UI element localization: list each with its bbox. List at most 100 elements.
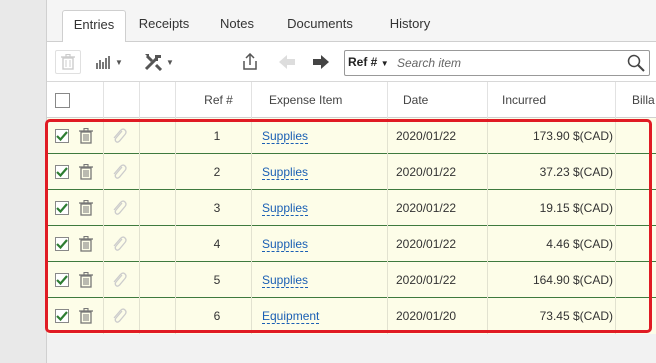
checkmark-icon [56,311,68,322]
cell-incurred: 19.15 $(CAD) [539,201,613,215]
checkmark-icon [56,239,68,250]
row-attachment-button[interactable] [111,127,127,148]
paperclip-icon [113,164,127,179]
checkmark-icon [56,131,68,142]
row-checkbox[interactable] [55,309,69,323]
expense-item-link[interactable]: Equipment [262,309,320,324]
cell-incurred: 73.45 $(CAD) [539,309,613,323]
cell-incurred: 37.23 $(CAD) [539,165,613,179]
header-spacer [139,82,175,118]
table-row[interactable]: 1 Supplies 2020/01/22 173.90 $(CAD) [47,118,656,154]
row-attachment-button[interactable] [111,163,127,184]
cell-expense-item[interactable]: Supplies [251,154,387,190]
cell-expense-item[interactable]: Equipment [251,298,387,334]
arrow-right-icon [313,55,329,69]
checkmark-icon [56,275,68,286]
cell-expense-item[interactable]: Supplies [251,118,387,154]
cell-incurred: 173.90 $(CAD) [532,129,613,143]
table-header: Ref # Expense Item Date Incurred Billa [47,82,656,118]
search-box: Ref # ▼ [344,50,650,76]
paperclip-icon [113,272,127,287]
cell-expense-item[interactable]: Supplies [251,190,387,226]
table-row[interactable]: 6 Equipment 2020/01/20 73.45 $(CAD) [47,298,656,334]
paperclip-icon [113,128,127,143]
trash-icon [79,163,93,180]
chevron-down-icon: ▼ [166,57,174,67]
table-row[interactable]: 5 Supplies 2020/01/22 164.90 $(CAD) [47,262,656,298]
cell-incurred: 4.46 $(CAD) [546,237,613,251]
column-incurred[interactable]: Incurred [487,82,615,118]
tab-bar: Entries Receipts Notes Documents History [47,0,656,43]
table-row[interactable]: 3 Supplies 2020/01/22 19.15 $(CAD) [47,190,656,226]
expense-item-link[interactable]: Supplies [262,201,309,216]
trash-icon [79,199,93,216]
delete-button[interactable] [55,50,81,74]
tools-menu-button[interactable]: ▼ [141,50,177,74]
row-checkbox[interactable] [55,129,69,143]
row-checkbox[interactable] [55,273,69,287]
tab-history[interactable]: History [377,10,443,42]
cell-date: 2020/01/22 [396,165,457,179]
arrow-left-icon [279,55,295,69]
row-attachment-button[interactable] [111,307,127,328]
column-date[interactable]: Date [387,82,487,118]
cell-date: 2020/01/20 [396,309,457,323]
row-checkbox[interactable] [55,201,69,215]
expense-item-link[interactable]: Supplies [262,237,309,252]
row-delete-button[interactable] [79,235,93,255]
expense-item-link[interactable]: Supplies [262,273,309,288]
checkmark-icon [56,167,68,178]
expense-panel: Entries Receipts Notes Documents History… [46,0,656,363]
export-button[interactable] [238,50,262,74]
row-attachment-button[interactable] [111,235,127,256]
trash-icon [79,307,93,324]
cell-ref: 1 [213,129,221,143]
paperclip-icon [113,200,127,215]
cell-ref: 2 [213,165,221,179]
tab-documents[interactable]: Documents [277,10,363,42]
row-delete-button[interactable] [79,163,93,183]
table-footer-space [47,334,656,363]
expense-item-link[interactable]: Supplies [262,165,309,180]
cell-expense-item[interactable]: Supplies [251,226,387,262]
toolbar: ▼ ▼ Ref # ▼ [47,42,656,82]
cell-date: 2020/01/22 [396,201,457,215]
cell-ref: 5 [213,273,221,287]
column-billable[interactable]: Billa [615,82,656,118]
row-delete-button[interactable] [79,307,93,327]
cell-date: 2020/01/22 [396,237,457,251]
row-delete-button[interactable] [79,271,93,291]
row-delete-button[interactable] [79,127,93,147]
next-button[interactable] [309,50,333,74]
checkmark-icon [56,203,68,214]
chart-menu-button[interactable]: ▼ [93,50,125,74]
cell-expense-item[interactable]: Supplies [251,262,387,298]
search-field-selector[interactable]: Ref # ▼ [348,55,389,69]
table-row[interactable]: 2 Supplies 2020/01/22 37.23 $(CAD) [47,154,656,190]
tab-entries[interactable]: Entries [62,10,126,43]
row-attachment-button[interactable] [111,271,127,292]
column-expense-item[interactable]: Expense Item [251,82,387,118]
search-input[interactable] [397,54,622,72]
chevron-down-icon: ▼ [115,57,123,67]
table-row[interactable]: 4 Supplies 2020/01/22 4.46 $(CAD) [47,226,656,262]
row-attachment-button[interactable] [111,199,127,220]
column-ref[interactable]: Ref # [175,82,251,118]
expense-item-link[interactable]: Supplies [262,129,309,144]
row-delete-button[interactable] [79,199,93,219]
cell-date: 2020/01/22 [396,129,457,143]
previous-button[interactable] [275,50,299,74]
cell-date: 2020/01/22 [396,273,457,287]
trash-icon [79,235,93,252]
tools-icon [144,54,163,71]
tab-notes[interactable]: Notes [211,10,263,42]
row-checkbox[interactable] [55,165,69,179]
row-checkbox[interactable] [55,237,69,251]
chevron-down-icon: ▼ [380,59,389,68]
paperclip-icon [113,236,127,251]
search-icon[interactable] [627,54,645,72]
trash-icon [79,127,93,144]
cell-ref: 6 [213,309,221,323]
select-all-checkbox[interactable] [55,93,70,108]
tab-receipts[interactable]: Receipts [130,10,198,42]
